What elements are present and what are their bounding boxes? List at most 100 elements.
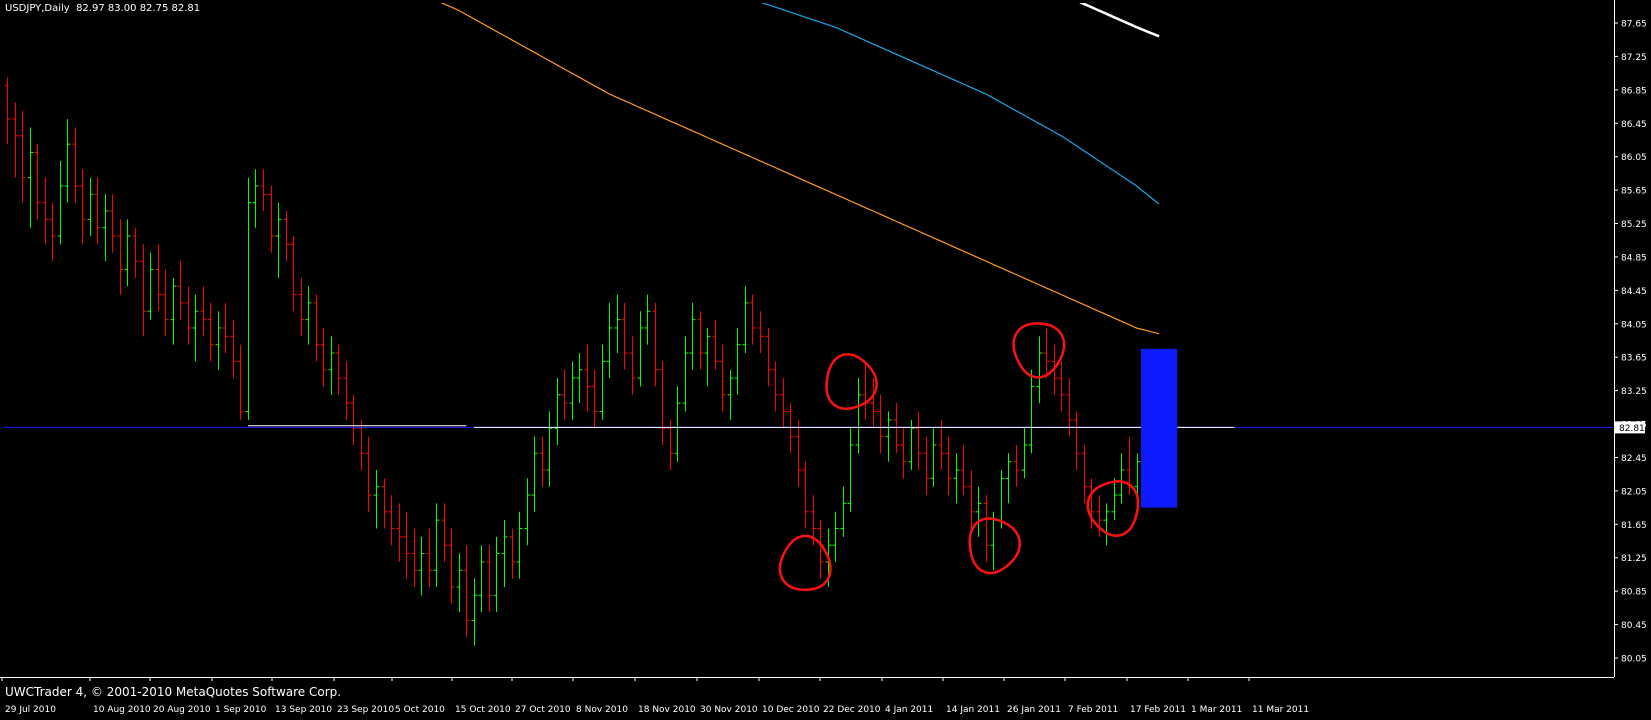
x-tick-label: 14 Jan 2011	[946, 705, 1000, 715]
y-tick-label: 86.45	[1621, 120, 1647, 130]
ohlc-bar	[298, 277, 305, 337]
ohlc-bar	[27, 127, 34, 228]
ohlc-bar	[531, 436, 538, 512]
ohlc-bar	[599, 344, 606, 420]
ohlc-bar	[237, 344, 244, 420]
ohlc-bar	[87, 177, 94, 237]
y-tick-label: 80.45	[1621, 621, 1647, 631]
ohlc-bar	[524, 478, 531, 546]
ohlc-bar	[79, 169, 86, 245]
ma-fast-line	[440, 3, 1160, 335]
ohlc-bar	[94, 177, 101, 245]
x-tick-label: 23 Sep 2010	[337, 705, 394, 715]
ohlc-bar	[478, 545, 485, 613]
ohlc-bar	[674, 386, 681, 462]
ohlc-bar	[561, 369, 568, 420]
ohlc-bar	[463, 545, 470, 638]
chart-title: USDJPY,Daily 82.97 83.00 82.75 82.81	[5, 3, 201, 14]
ohlc-bar	[1081, 444, 1088, 504]
ohlc-bar	[418, 536, 425, 596]
ohlc-bar	[64, 119, 71, 203]
y-tick-label: 83.25	[1621, 387, 1647, 397]
ohlc-bar	[795, 419, 802, 487]
ohlc-bar	[102, 194, 109, 262]
ohlc-bar	[682, 336, 689, 412]
ohlc-bar	[787, 403, 794, 454]
ohlc-bar	[546, 411, 553, 487]
annotation-circle-1	[825, 352, 878, 410]
ohlc-bar	[117, 219, 124, 295]
ohlc-bar	[569, 361, 576, 420]
x-tick-label: 26 Jan 2011	[1007, 705, 1061, 715]
x-tick-label: 30 Nov 2010	[700, 705, 758, 715]
x-tick-label: 8 Nov 2010	[576, 705, 628, 715]
ohlc-bar	[840, 486, 847, 537]
ohlc-bar	[373, 470, 380, 529]
y-tick-label: 82.05	[1621, 487, 1647, 497]
ohlc-bar	[780, 378, 787, 429]
ohlc-bar	[471, 578, 478, 646]
ohlc-bar	[350, 394, 357, 445]
ohlc-bar	[230, 319, 237, 379]
ohlc-bar	[885, 411, 892, 462]
ohlc-bar	[396, 503, 403, 562]
ohlc-bar	[742, 286, 749, 354]
ohlc-bar	[19, 110, 26, 203]
ohlc-bar	[652, 302, 659, 387]
x-tick-label: 13 Sep 2010	[275, 705, 332, 715]
moving-averages	[440, 3, 1160, 335]
ohlc-bar	[968, 470, 975, 529]
chart-window[interactable]: 87.65 87.25 86.85 86.45 86.05 85.65 85.25 84.85…	[0, 0, 1651, 716]
ohlc-bar	[1073, 411, 1080, 471]
ohlc-bar	[403, 511, 410, 579]
ohlc-bar	[215, 311, 222, 370]
ohlc-bar	[207, 302, 214, 362]
ohlc-bar	[4, 77, 11, 145]
y-tick-label: 84.05	[1621, 320, 1647, 330]
annotation-circle-0	[778, 534, 832, 592]
x-tick-label: 27 Oct 2010	[515, 705, 571, 715]
ohlc-bar	[268, 185, 275, 253]
ohlc-bar	[712, 319, 719, 370]
ohlc-bar	[200, 286, 207, 337]
ohlc-bar	[704, 327, 711, 387]
y-tick-label: 87.25	[1621, 53, 1647, 63]
current-price-label: 82.81	[1619, 424, 1645, 434]
highlight-box	[1141, 348, 1178, 508]
ohlc-bar	[155, 244, 162, 312]
ohlc-bar	[109, 194, 116, 253]
ohlc-bar	[765, 327, 772, 387]
price-levels	[4, 425, 1614, 428]
ohlc-bar	[591, 369, 598, 429]
y-tick-label: 84.85	[1621, 253, 1647, 263]
ohlc-bar	[222, 302, 229, 354]
y-tick-label: 82.45	[1621, 454, 1647, 464]
ohlc-bar	[734, 327, 741, 395]
ohlc-bar	[945, 436, 952, 496]
x-tick-label: 4 Jan 2011	[885, 705, 933, 715]
ohlc-bar	[915, 411, 922, 471]
ohlc-bar	[328, 336, 335, 395]
ohlc-bar	[192, 294, 199, 362]
ohlc-bar	[953, 453, 960, 504]
ohlc-bar	[727, 369, 734, 420]
ohlc-bar	[923, 436, 930, 496]
ohlc-bar	[335, 344, 342, 395]
y-tick-label: 81.25	[1621, 554, 1647, 564]
ohlc-bar	[252, 169, 259, 228]
ohlc-bar	[124, 219, 131, 287]
ohlc-bar	[290, 236, 297, 312]
price-chart[interactable]: 87.65 87.25 86.85 86.45 86.05 85.65 85.25 84.85…	[0, 0, 1651, 716]
ohlc-bar	[1005, 453, 1012, 504]
x-tick-label: 1 Sep 2010	[215, 705, 267, 715]
ma-slow-line	[1079, 3, 1160, 38]
y-tick-label: 81.65	[1621, 521, 1647, 531]
annotation-circle-3	[1012, 322, 1066, 379]
ohlc-bar	[1036, 336, 1043, 404]
ohlc-bar	[343, 361, 350, 420]
ohlc-bar	[697, 311, 704, 370]
y-tick-label: 85.25	[1621, 220, 1647, 230]
ohlc-bar	[448, 528, 455, 604]
x-tick-label: 17 Feb 2011	[1130, 705, 1186, 715]
ohlc-bar	[275, 202, 282, 278]
